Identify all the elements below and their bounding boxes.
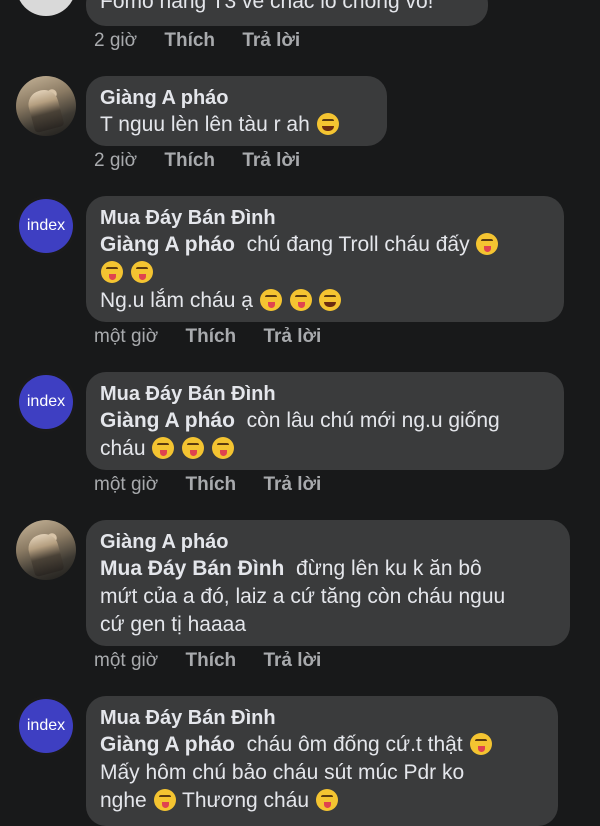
comment-bubble: Mua Đáy Bán Đình Giàng A pháo còn lâu ch… [86,372,564,470]
tongue-emoji-icon [101,261,123,283]
comment-text-line: cháu ôm đống cứ.t thật [246,733,463,756]
like-button[interactable]: Thích [164,30,215,51]
tongue-emoji-icon [289,289,312,311]
comment-author[interactable]: Giàng A pháo [100,529,556,555]
reply-button[interactable]: Trả lời [242,30,300,51]
tongue-emoji-icon [476,233,499,255]
comment-text: T nguu lèn lên tàu r ah [100,111,373,139]
like-button[interactable]: Thích [185,474,236,495]
index-logo: index [19,699,73,753]
like-button[interactable]: Thích [185,650,236,671]
comment-author[interactable]: Mua Đáy Bán Đình [100,705,544,731]
mention-link[interactable]: Mua Đáy Bán Đình [100,557,284,580]
avatar[interactable]: index [16,696,76,756]
index-logo: index [19,199,73,253]
tongue-emoji-icon [182,437,205,459]
comment-bubble: Giàng A pháo Mua Đáy Bán Đình đừng lên k… [86,520,570,646]
rofl-emoji-icon [316,113,339,135]
comment-text-line: Thương cháu [182,789,310,812]
reply-button[interactable]: Trả lời [263,326,321,347]
like-button[interactable]: Thích [185,326,236,347]
mention-link[interactable]: Giàng A pháo [100,409,235,432]
avatar-photo-figure [25,530,65,578]
comment-actions: 2 giờ Thích Trả lời [94,30,322,52]
reply-button[interactable]: Trả lời [263,474,321,495]
tongue-emoji-icon [469,733,492,755]
comment-text-line: còn lâu chú mới ng.u giống [246,409,500,432]
comment-bubble: Giàng A pháo T nguu lèn lên tàu r ah [86,76,387,146]
tongue-emoji-icon [212,437,235,459]
comment-text-line: đừng lên ku k ăn bô [296,557,482,580]
comment-text: Fomo hàng T3 về chắc lỗ chổng vó! [100,0,434,13]
comment-bubble: Mua Đáy Bán Đình Giàng A pháo cháu ôm đố… [86,696,558,826]
comment-time[interactable]: 2 giờ [94,150,137,171]
comment-actions: một giờ Thích Trả lời [94,650,343,672]
tongue-emoji-icon [152,437,175,459]
reply-button[interactable]: Trả lời [263,650,321,671]
tongue-emoji-icon [315,789,338,811]
mention-link[interactable]: Giàng A pháo [100,733,235,756]
like-button[interactable]: Thích [164,150,215,171]
reply-button[interactable]: Trả lời [242,150,300,171]
comment-text: Giàng A pháo còn lâu chú mới ng.u giống [100,407,550,435]
comment-actions: một giờ Thích Trả lời [94,474,343,496]
avatar[interactable]: index [16,372,76,432]
comment-time[interactable]: một giờ [94,474,158,495]
tears-of-joy-emoji-icon [319,289,342,311]
comment-text: nghe Thương cháu [100,787,544,815]
index-logo: index [19,375,73,429]
comment-text: Ng.u lắm cháu ạ [100,287,550,315]
avatar[interactable] [16,520,76,580]
tongue-emoji-icon [153,789,176,811]
avatar[interactable] [16,76,76,136]
comment-actions: 2 giờ Thích Trả lời [94,150,322,172]
comment-text: Giàng A pháo chú đang Troll cháu đấy [100,231,550,259]
avatar[interactable]: index [16,196,76,256]
mention-link[interactable]: Giàng A pháo [100,233,235,256]
comment-text-line: Ng.u lắm cháu ạ [100,289,253,312]
comment-text-line: chú đang Troll cháu đấy [246,233,470,256]
tongue-emoji-icon [259,289,282,311]
comment-text-line: T nguu lèn lên tàu r ah [100,113,310,136]
avatar-photo-figure [25,86,65,134]
comment-time[interactable]: một giờ [94,326,158,347]
comment-bubble: Fomo hàng T3 về chắc lỗ chổng vó! [86,0,488,26]
comment-time[interactable]: một giờ [94,650,158,671]
avatar[interactable] [16,0,76,16]
comment-text-line: cứ gen tị haaaa [100,613,246,636]
comment-text-line: cháu [100,437,146,460]
tongue-emoji-icon [130,261,153,283]
comment-text [100,259,550,287]
comment-text: Giàng A pháo cháu ôm đống cứ.t thật [100,731,544,759]
comment-author[interactable]: Mua Đáy Bán Đình [100,205,550,231]
comment-author[interactable]: Mua Đáy Bán Đình [100,381,550,407]
comment-text: Mua Đáy Bán Đình đừng lên ku k ăn bô [100,555,556,583]
comment-actions: một giờ Thích Trả lời [94,326,343,348]
comment-time[interactable]: 2 giờ [94,30,137,51]
comment-bubble: Mua Đáy Bán Đình Giàng A pháo chú đang T… [86,196,564,322]
comment-text-line: nghe [100,789,147,812]
comment-text-line: mứt của a đó, laiz a cứ tăng còn cháu ng… [100,585,506,608]
comment-author[interactable]: Giàng A pháo [100,85,373,111]
comment-text-line: Mấy hôm chú bảo cháu sút múc Pdr ko [100,761,465,784]
comment-text: cháu [100,435,550,463]
